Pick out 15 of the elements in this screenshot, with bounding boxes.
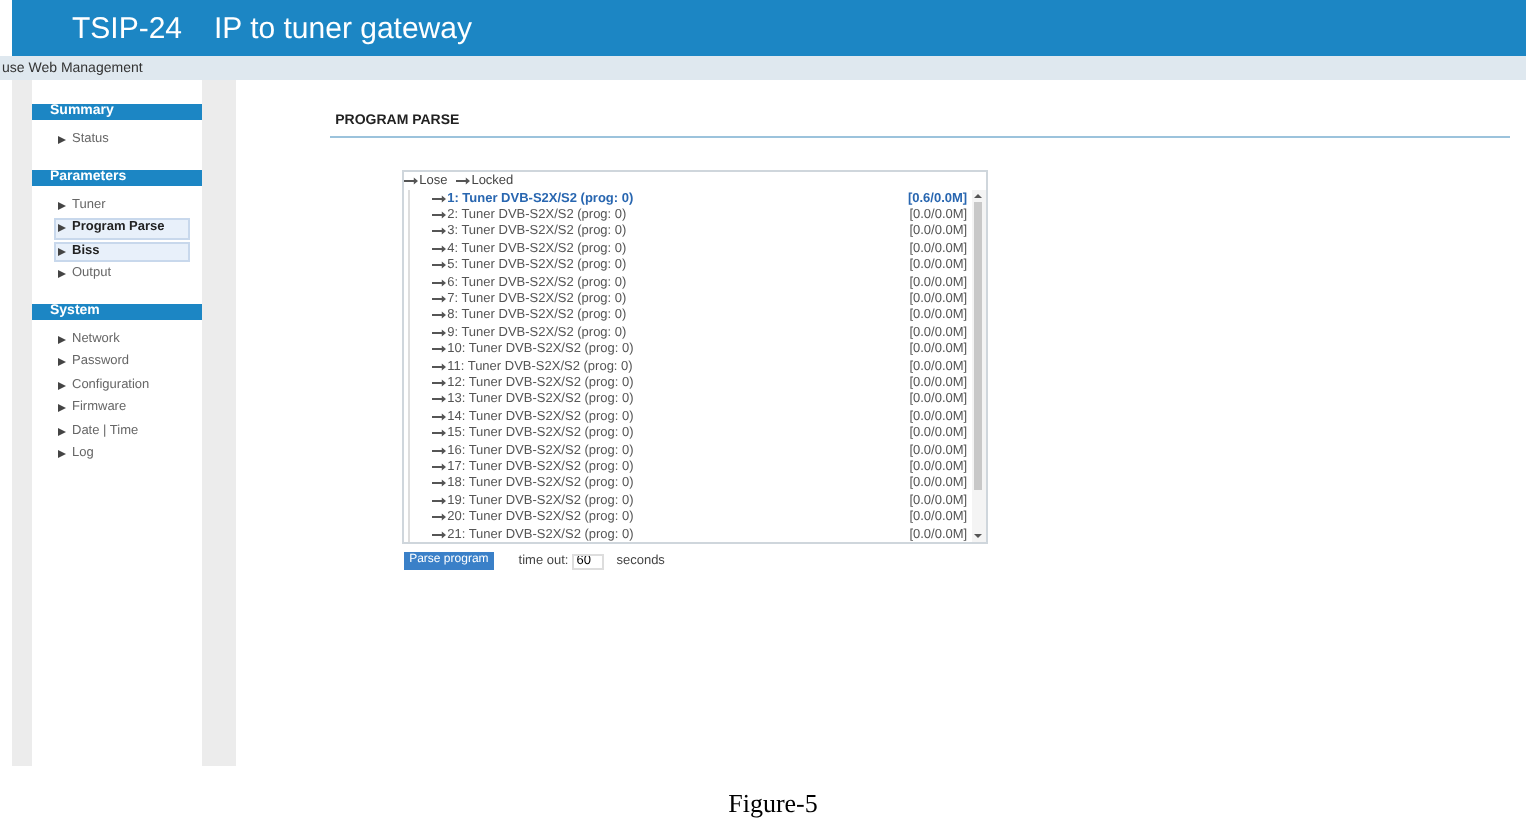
scrollbar[interactable] bbox=[971, 190, 986, 543]
triangle-icon bbox=[58, 201, 66, 210]
product-title: IP to tuner gateway bbox=[214, 11, 472, 45]
triangle-icon bbox=[58, 247, 66, 256]
triangle-icon bbox=[58, 427, 66, 436]
triangle-icon bbox=[58, 136, 66, 145]
triangle-icon bbox=[58, 450, 66, 459]
figure-caption: Figure-5 bbox=[728, 787, 818, 819]
triangle-icon bbox=[58, 335, 66, 344]
triangle-icon bbox=[58, 404, 66, 413]
triangle-icon bbox=[58, 358, 66, 367]
triangle-icon bbox=[58, 381, 66, 390]
triangle-icon bbox=[58, 224, 66, 233]
product-model: TSIP-24 bbox=[72, 11, 185, 45]
triangle-icon bbox=[58, 270, 66, 279]
